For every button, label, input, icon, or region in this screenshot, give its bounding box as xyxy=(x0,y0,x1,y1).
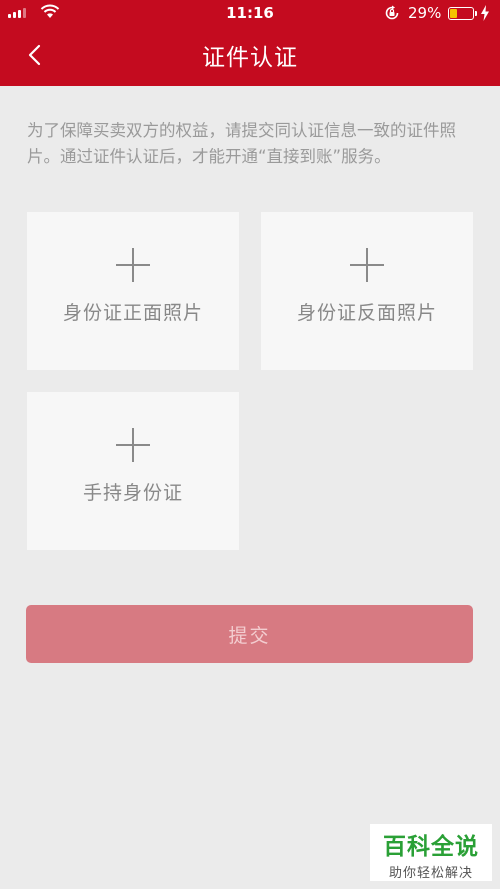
app-header: 11:16 29% 证件认证 xyxy=(0,0,500,86)
battery-percent: 29% xyxy=(408,4,442,22)
upload-id-front[interactable]: 身份证正面照片 xyxy=(27,212,239,370)
watermark-subtitle: 助你轻松解决 xyxy=(388,866,473,881)
watermark-logo: 百科全说 助你轻松解决 xyxy=(370,824,492,881)
upload-label: 手持身份证 xyxy=(82,482,183,504)
page-title: 证件认证 xyxy=(202,45,298,71)
plus-icon xyxy=(350,248,384,282)
notice-text: 为了保障买卖双方的权益，请提交同认证信息一致的证件照片。通过证件认证后，才能开通… xyxy=(27,121,456,166)
upload-label: 身份证反面照片 xyxy=(296,302,437,324)
status-bar: 11:16 29% xyxy=(0,0,500,28)
charging-icon xyxy=(481,5,489,21)
rotation-lock-icon xyxy=(385,5,399,20)
plus-icon xyxy=(116,428,150,462)
upload-handheld-id[interactable]: 手持身份证 xyxy=(27,392,239,550)
upload-id-back[interactable]: 身份证反面照片 xyxy=(261,212,473,370)
upload-label: 身份证正面照片 xyxy=(62,302,203,324)
submit-button[interactable]: 提交 xyxy=(26,605,473,663)
plus-icon xyxy=(116,248,150,282)
battery-icon xyxy=(448,7,477,20)
watermark-title: 百科全说 xyxy=(383,834,479,860)
